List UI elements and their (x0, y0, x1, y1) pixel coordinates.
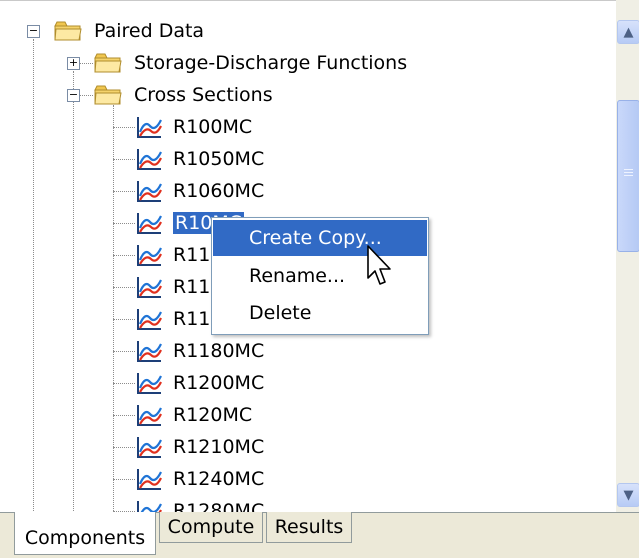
tree-guide-line (113, 383, 135, 384)
thumb-grip (624, 172, 633, 173)
cross-section-icon (137, 373, 162, 394)
tree-node-label: R1200MC (173, 372, 265, 394)
cross-section-icon (137, 181, 162, 202)
folder-icon (94, 53, 122, 73)
tree-node-label: R11 (173, 244, 211, 266)
tree-node-cross-section[interactable]: R1280MC (113, 496, 313, 513)
cross-section-icon (137, 437, 162, 458)
tree-node-cross-section[interactable]: R120MC (113, 400, 313, 430)
cross-section-icon (137, 213, 162, 234)
tree-node-cross-section[interactable]: R1180MC (113, 336, 313, 366)
tree-node-label: R1240MC (173, 468, 265, 490)
tree-guide-line (113, 319, 135, 320)
tree-node-cross-section[interactable]: R1050MC (113, 144, 313, 174)
tree-guide-line (113, 479, 135, 480)
tab-label: Compute (167, 516, 255, 538)
cross-section-icon (137, 341, 162, 362)
collapse-toggle[interactable]: − (67, 89, 80, 102)
tree-node-label: Cross Sections (134, 84, 273, 106)
tree-node-storage-discharge-functions[interactable]: + Storage-Discharge Functions (60, 48, 420, 78)
tree-guide-line (113, 447, 135, 448)
folder-icon (94, 85, 122, 105)
tree-guide-line (33, 39, 34, 513)
folder-icon (54, 21, 82, 41)
cross-section-icon (137, 309, 162, 330)
scroll-up-arrow-icon[interactable]: ▲ (617, 20, 639, 44)
tree-node-label: R1060MC (173, 180, 265, 202)
scroll-down-arrow-icon[interactable]: ▼ (617, 483, 639, 507)
tree-node-cross-section[interactable]: R100MC (113, 112, 313, 142)
thumb-grip (624, 169, 633, 170)
tree-node-label: R11 (173, 276, 211, 298)
tree-node-label: Storage-Discharge Functions (134, 52, 408, 74)
expand-toggle[interactable]: + (67, 57, 80, 70)
tree-node-cross-section[interactable]: R1060MC (113, 176, 313, 206)
tab-label: Results (274, 516, 344, 538)
cross-section-icon (137, 277, 162, 298)
context-menu: Create Copy... Rename... Delete (211, 217, 429, 335)
tree-guide-line (113, 159, 135, 160)
tree-node-label: R100MC (173, 116, 253, 138)
mouse-pointer-icon (367, 245, 391, 285)
cross-section-icon (137, 117, 162, 138)
thumb-grip (624, 175, 633, 176)
menu-item-label: Delete (249, 302, 312, 324)
tab-compute[interactable]: Compute (159, 512, 263, 543)
cross-section-icon (137, 405, 162, 426)
tree-guide-line (113, 223, 135, 224)
tree-node-label: R1180MC (173, 340, 265, 362)
scrollbar-thumb[interactable] (617, 100, 639, 252)
menu-item-label: Create Copy... (249, 227, 382, 249)
tree-guide-line (73, 71, 74, 513)
tree-guide-line (113, 255, 135, 256)
cross-section-icon (137, 149, 162, 170)
tree-guide-line (113, 351, 135, 352)
tree-node-label: R1050MC (173, 148, 265, 170)
menu-item-create-copy[interactable]: Create Copy... (213, 220, 427, 256)
menu-item-delete[interactable]: Delete (213, 295, 427, 331)
tab-results[interactable]: Results (266, 512, 352, 543)
tree-node-paired-data[interactable]: − Paired Data (20, 16, 220, 46)
tree-node-label: R1210MC (173, 436, 265, 458)
tree-node-cross-section[interactable]: R1200MC (113, 368, 313, 398)
tree-guide-line (113, 191, 135, 192)
tree-node-cross-section[interactable]: R1240MC (113, 464, 313, 494)
collapse-toggle[interactable]: − (27, 25, 40, 38)
tree-guide-line (113, 287, 135, 288)
tree-node-cross-section[interactable]: R1210MC (113, 432, 313, 462)
cross-section-icon (137, 245, 162, 266)
bottom-tab-bar: Components Compute Results (0, 512, 639, 558)
vertical-scrollbar[interactable]: ▲ ▼ (616, 0, 639, 512)
tab-components[interactable]: Components (14, 512, 156, 555)
tree-node-cross-sections[interactable]: − Cross Sections (60, 80, 320, 110)
cross-section-icon (137, 469, 162, 490)
tree-node-label: R11 (173, 308, 211, 330)
tab-label: Components (24, 527, 146, 549)
menu-item-rename[interactable]: Rename... (213, 258, 427, 294)
tree-node-label: R120MC (173, 404, 253, 426)
tree-guide-line (113, 415, 135, 416)
menu-item-label: Rename... (249, 265, 346, 287)
cross-section-icon (137, 501, 162, 513)
tree-guide-line (113, 127, 135, 128)
tree-node-label: Paired Data (94, 20, 205, 42)
